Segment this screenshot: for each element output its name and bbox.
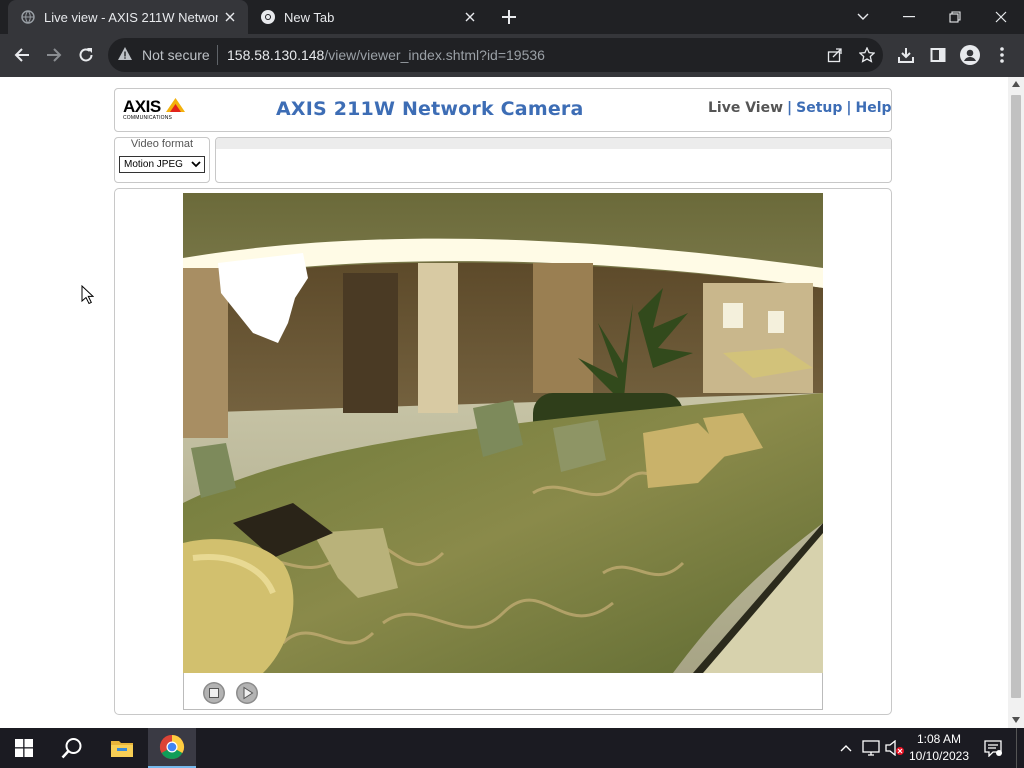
volume-muted-icon[interactable] xyxy=(884,728,906,768)
restore-icon[interactable] xyxy=(932,0,978,34)
warning-triangle-icon[interactable] xyxy=(117,46,135,64)
tab-search-chevron-icon[interactable] xyxy=(840,0,886,34)
close-window-icon[interactable] xyxy=(978,0,1024,34)
windows-start-icon[interactable] xyxy=(0,728,48,768)
chrome-icon[interactable] xyxy=(148,728,196,768)
mouse-cursor-icon xyxy=(81,284,95,310)
url-host: 158.58.130.148 xyxy=(227,47,325,63)
notifications-icon[interactable] xyxy=(978,728,1008,768)
security-status-label[interactable]: Not secure xyxy=(142,47,210,63)
reload-icon[interactable] xyxy=(71,40,101,70)
tab-title: Live view - AXIS 211W Network C xyxy=(44,9,218,25)
tab-new-tab[interactable]: New Tab xyxy=(248,0,488,34)
scroll-down-icon[interactable] xyxy=(1012,717,1020,723)
stop-icon[interactable] xyxy=(202,681,226,705)
tab-title: New Tab xyxy=(284,9,335,25)
clock-time: 1:08 AM xyxy=(916,732,962,746)
show-desktop-button[interactable] xyxy=(1016,728,1024,768)
url-text[interactable]: 158.58.130.148/view/viewer_index.shtml?i… xyxy=(227,47,545,63)
nav-separator: | xyxy=(787,100,793,116)
side-panel-icon[interactable] xyxy=(923,40,953,70)
page-title: AXIS 211W Network Camera xyxy=(276,98,584,120)
nav-live-view[interactable]: Live View xyxy=(708,100,783,116)
header-nav: Live View | Setup | Help xyxy=(708,100,892,116)
close-tab-icon[interactable] xyxy=(218,5,242,29)
share-icon[interactable] xyxy=(820,40,850,70)
svg-text:COMMUNICATIONS: COMMUNICATIONS xyxy=(123,115,173,121)
show-hidden-icons-chevron-icon[interactable] xyxy=(836,728,856,768)
download-icon[interactable] xyxy=(891,40,921,70)
forward-arrow-icon[interactable] xyxy=(39,40,69,70)
back-arrow-icon[interactable] xyxy=(7,40,37,70)
info-panel-bar xyxy=(216,138,891,149)
nav-help[interactable]: Help xyxy=(856,100,892,116)
nav-setup[interactable]: Setup xyxy=(796,100,842,116)
video-controls-bar xyxy=(183,673,823,710)
live-video-stream[interactable] xyxy=(183,193,823,673)
new-tab-icon[interactable] xyxy=(496,4,522,30)
close-tab-icon[interactable] xyxy=(458,5,482,29)
svg-text:AXIS: AXIS xyxy=(123,97,161,116)
clock-date: 10/10/2023 xyxy=(908,749,970,763)
url-path: /view/viewer_index.shtml?id=19536 xyxy=(324,47,545,63)
video-format-value: Motion JPEG xyxy=(124,159,183,170)
chevron-down-icon xyxy=(191,161,201,168)
nav-separator: | xyxy=(846,100,852,116)
video-format-select[interactable]: Motion JPEG xyxy=(119,156,205,173)
play-icon[interactable] xyxy=(235,681,259,705)
camera-image xyxy=(183,193,823,673)
profile-avatar-icon[interactable] xyxy=(955,40,985,70)
scrollbar-thumb[interactable] xyxy=(1011,95,1021,698)
menu-kebab-icon[interactable] xyxy=(987,40,1017,70)
file-explorer-icon[interactable] xyxy=(98,728,146,768)
tab-live-view[interactable]: Live view - AXIS 211W Network C xyxy=(8,0,248,34)
network-icon[interactable] xyxy=(860,728,882,768)
axis-logo: AXIS COMMUNICATIONS xyxy=(123,95,185,121)
minimize-icon[interactable] xyxy=(886,0,932,34)
system-clock[interactable]: 1:08 AM 10/10/2023 xyxy=(906,731,972,765)
chrome-icon xyxy=(260,9,276,25)
search-icon[interactable] xyxy=(48,728,96,768)
address-divider xyxy=(217,45,218,65)
globe-icon xyxy=(20,9,36,25)
scroll-up-icon[interactable] xyxy=(1012,81,1020,87)
bookmark-star-icon[interactable] xyxy=(852,40,882,70)
video-format-label: Video format xyxy=(130,138,194,150)
